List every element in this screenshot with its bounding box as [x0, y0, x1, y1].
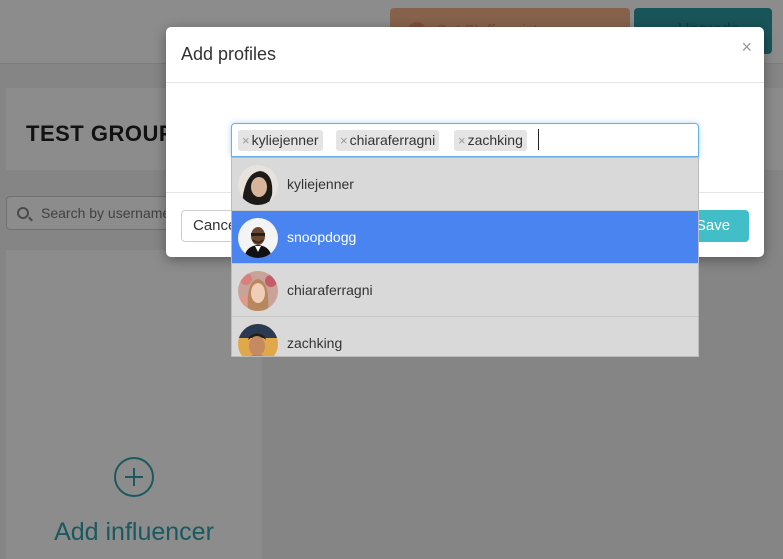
suggestion-item[interactable]: chiaraferragni: [232, 264, 698, 317]
tag-label: zachking: [467, 132, 523, 148]
tag-remove-button[interactable]: ×: [340, 133, 348, 148]
suggestion-username: chiaraferragni: [287, 282, 373, 298]
tag-remove-button[interactable]: ×: [242, 133, 250, 148]
profile-tags-input[interactable]: × kyliejenner × chiaraferragni × zachking: [231, 123, 699, 157]
close-icon[interactable]: ×: [741, 37, 752, 58]
avatar: [238, 324, 278, 356]
suggestion-item-active[interactable]: snoopdogg: [232, 211, 698, 264]
avatar: [238, 165, 278, 205]
tag-kyliejenner: × kyliejenner: [238, 130, 323, 151]
suggestion-item[interactable]: zachking: [232, 317, 698, 356]
tag-label: chiaraferragni: [349, 132, 436, 148]
suggestion-username: kyliejenner: [287, 176, 354, 192]
tag-chiaraferragni: × chiaraferragni: [336, 130, 440, 151]
suggestion-username: zachking: [287, 335, 343, 351]
tag-label: kyliejenner: [251, 132, 319, 148]
suggestion-username: snoopdogg: [287, 229, 357, 245]
text-caret: [538, 129, 539, 150]
suggestion-item[interactable]: kyliejenner: [232, 158, 698, 211]
suggestions-dropdown: kyliejenner snoopdogg chiaraferragni zac…: [231, 157, 699, 357]
modal-header: Add profiles ×: [166, 27, 764, 83]
tag-zachking: × zachking: [454, 130, 527, 151]
avatar: [238, 218, 278, 258]
tag-remove-button[interactable]: ×: [458, 133, 466, 148]
avatar: [238, 271, 278, 311]
modal-title: Add profiles: [181, 44, 277, 64]
